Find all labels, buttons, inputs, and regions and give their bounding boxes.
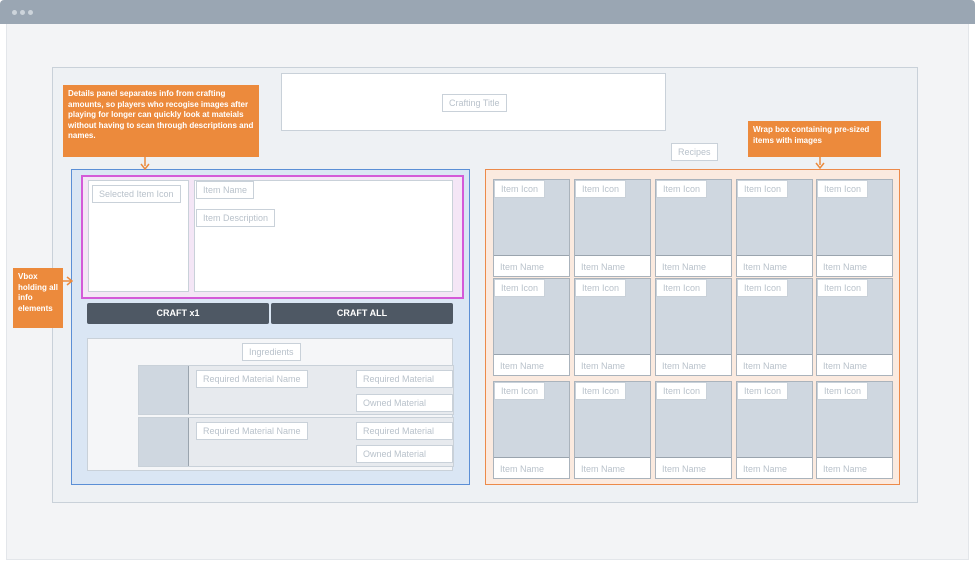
callout-arrow-down-icon	[815, 157, 825, 169]
recipe-item[interactable]: Item Icon Item Name	[816, 179, 893, 277]
recipe-item[interactable]: Item Icon Item Name	[655, 179, 732, 277]
craft-x1-button[interactable]: CRAFT x1	[87, 303, 269, 324]
callout-arrow-right-icon	[63, 276, 73, 286]
item-name-label: Item Name	[500, 464, 545, 474]
item-name-label: Item Name	[662, 464, 707, 474]
callout-arrow-down-icon	[140, 157, 150, 170]
item-icon-label: Item Icon	[494, 382, 546, 400]
item-name-label: Item Name	[823, 361, 868, 371]
required-material-name: Required Material Name	[196, 370, 308, 388]
item-icon-label: Item Icon	[656, 382, 708, 400]
item-icon-label: Item Icon	[817, 279, 869, 297]
recipe-item[interactable]: Item Icon Item Name	[655, 381, 732, 479]
item-icon-label: Item Icon	[737, 279, 789, 297]
recipes-label: Recipes	[671, 143, 718, 161]
recipe-item[interactable]: Item Icon Item Name	[816, 381, 893, 479]
item-name-label: Item Name	[823, 262, 868, 272]
item-name-label: Item Name	[500, 262, 545, 272]
recipe-item[interactable]: Item Icon Item Name	[493, 381, 570, 479]
item-icon-label: Item Icon	[656, 279, 708, 297]
item-icon-label: Item Icon	[737, 382, 789, 400]
wrap-box-callout: Wrap box containing pre-sized items with…	[748, 121, 881, 157]
ingredients-label: Ingredients	[242, 343, 301, 361]
item-icon-label: Item Icon	[494, 180, 546, 198]
required-material-name: Required Material Name	[196, 422, 308, 440]
required-material-amount: Required Material	[356, 422, 453, 440]
item-name-label: Item Name	[743, 361, 788, 371]
recipe-item[interactable]: Item Icon Item Name	[736, 381, 813, 479]
item-icon-label: Item Icon	[575, 279, 627, 297]
item-name-label: Item Name	[662, 262, 707, 272]
item-icon-label: Item Icon	[575, 382, 627, 400]
required-material-amount: Required Material	[356, 370, 453, 388]
recipe-item[interactable]: Item Icon Item Name	[493, 278, 570, 376]
recipe-item[interactable]: Item Icon Item Name	[574, 381, 651, 479]
details-panel-callout: Details panel separates info from crafti…	[63, 85, 259, 157]
recipe-item[interactable]: Item Icon Item Name	[736, 179, 813, 277]
material-image	[139, 366, 189, 414]
item-name-label: Item Name	[196, 181, 255, 199]
item-icon-label: Item Icon	[494, 279, 546, 297]
window-dot-icon[interactable]	[20, 10, 25, 15]
item-name-label: Item Name	[500, 361, 545, 371]
item-icon-label: Item Icon	[656, 180, 708, 198]
recipe-item[interactable]: Item Icon Item Name	[655, 278, 732, 376]
recipe-item[interactable]: Item Icon Item Name	[493, 179, 570, 277]
item-icon-label: Item Icon	[817, 382, 869, 400]
window-dot-icon[interactable]	[28, 10, 33, 15]
owned-material-amount: Owned Material	[356, 394, 453, 412]
item-icon-label: Item Icon	[575, 180, 627, 198]
item-name-label: Item Name	[581, 464, 626, 474]
item-name-label: Item Name	[662, 361, 707, 371]
craft-all-button[interactable]: CRAFT ALL	[271, 303, 453, 324]
recipe-item[interactable]: Item Icon Item Name	[574, 278, 651, 376]
item-icon-label: Item Icon	[737, 180, 789, 198]
item-name-label: Item Name	[823, 464, 868, 474]
item-name-label: Item Name	[743, 262, 788, 272]
item-name-label: Item Name	[743, 464, 788, 474]
window-dot-icon[interactable]	[12, 10, 17, 15]
item-name-label: Item Name	[581, 262, 626, 272]
vbox-callout: Vbox holding all info elements	[13, 268, 63, 328]
window-titlebar	[0, 0, 975, 24]
material-image	[139, 418, 189, 466]
item-description-label: Item Description	[196, 209, 276, 227]
item-icon-label: Item Icon	[817, 180, 869, 198]
recipe-item[interactable]: Item Icon Item Name	[574, 179, 651, 277]
owned-material-amount: Owned Material	[356, 445, 453, 463]
recipe-item[interactable]: Item Icon Item Name	[816, 278, 893, 376]
selected-item-icon-label: Selected Item Icon	[92, 185, 181, 203]
crafting-title: Crafting Title	[442, 94, 507, 112]
item-name-label: Item Name	[581, 361, 626, 371]
recipe-item[interactable]: Item Icon Item Name	[736, 278, 813, 376]
